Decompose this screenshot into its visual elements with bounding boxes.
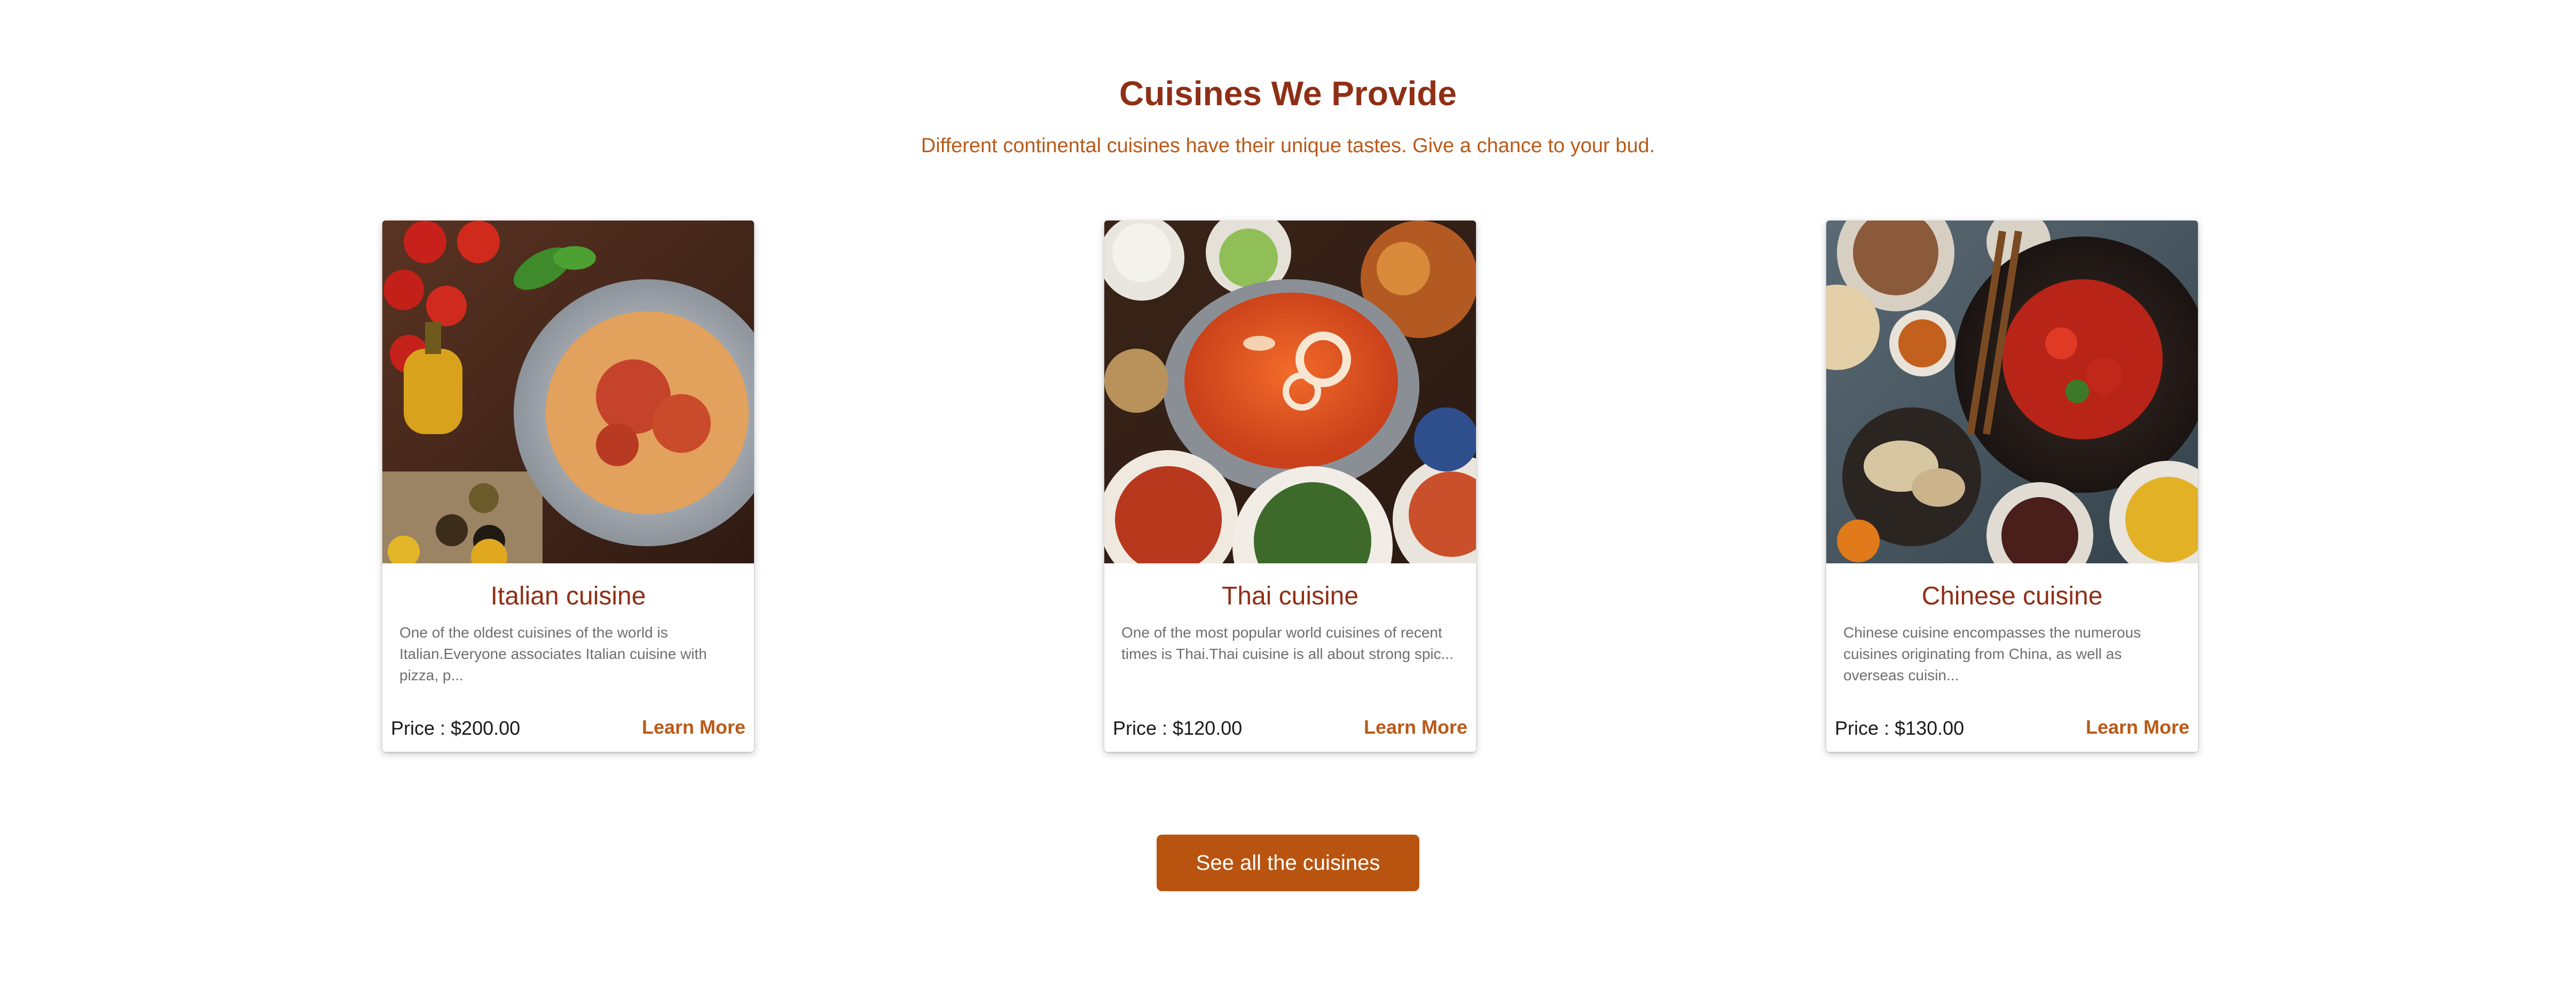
card-description: Chinese cuisine encompasses the numerous… bbox=[1843, 624, 2141, 683]
cuisine-card-chinese[interactable]: Chinese cuisine Chinese cuisine encompas… bbox=[1826, 221, 2198, 752]
learn-more-link[interactable]: Learn More bbox=[642, 716, 745, 738]
see-all-cuisines-button[interactable]: See all the cuisines bbox=[1157, 835, 1419, 891]
cuisines-section: Cuisines We Provide Different continenta… bbox=[0, 0, 2576, 1006]
cuisine-card-italian[interactable]: Italian cuisine One of the oldest cuisin… bbox=[382, 221, 754, 752]
chinese-wok-image bbox=[1826, 221, 2198, 563]
cuisine-card-list: Italian cuisine One of the oldest cuisin… bbox=[382, 221, 2198, 754]
learn-more-link[interactable]: Learn More bbox=[2086, 716, 2189, 738]
card-title: Thai cuisine bbox=[1221, 582, 1359, 610]
card-price: Price : $200.00 bbox=[391, 717, 521, 739]
cuisine-card-thai[interactable]: Thai cuisine One of the most popular wor… bbox=[1104, 221, 1476, 752]
card-description: One of the most popular world cuisines o… bbox=[1121, 624, 1454, 662]
spaghetti-dish-image bbox=[382, 221, 754, 563]
card-description: One of the oldest cuisines of the world … bbox=[399, 624, 707, 683]
card-price: Price : $130.00 bbox=[1835, 717, 1965, 739]
card-price: Price : $120.00 bbox=[1113, 717, 1243, 739]
card-title: Italian cuisine bbox=[490, 582, 646, 610]
learn-more-link[interactable]: Learn More bbox=[1364, 716, 1467, 738]
thai-soup-image bbox=[1104, 221, 1476, 563]
section-title: Cuisines We Provide bbox=[1119, 74, 1457, 113]
section-subtitle: Different continental cuisines have thei… bbox=[921, 135, 1655, 157]
card-title: Chinese cuisine bbox=[1921, 582, 2103, 610]
